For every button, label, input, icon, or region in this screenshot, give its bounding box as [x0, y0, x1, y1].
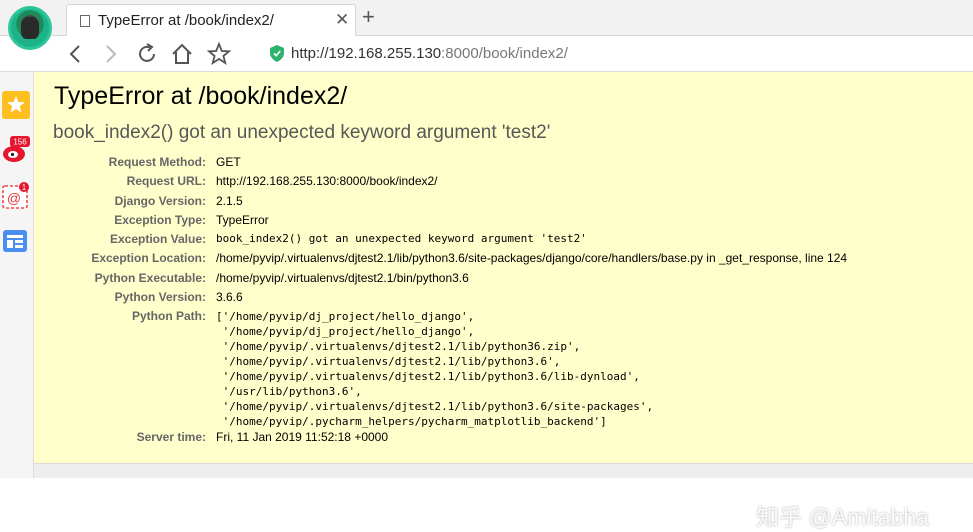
request-info-table: Request Method: GET Request URL: http://192…: [34, 155, 847, 449]
svg-text:@: @: [7, 190, 21, 206]
reader-icon[interactable]: [2, 228, 30, 256]
python-path-line: ['/home/pyvip/dj_project/hello_django',: [216, 310, 475, 324]
row-label: Request Method:: [108, 155, 206, 169]
python-path-line: '/home/pyvip/.pycharm_helpers/pycharm_ma…: [216, 415, 607, 429]
server-time-row: Server time: Fri, 11 Jan 2019 11:52:18 +…: [34, 429, 847, 448]
meta-row: Exception Value: book_index2() got an une…: [34, 232, 847, 251]
close-icon[interactable]: ✕: [335, 10, 349, 30]
horizontal-scrollbar[interactable]: [34, 464, 973, 478]
server-time-value: Fri, 11 Jan 2019 11:52:18 +0000: [216, 430, 389, 445]
tab-title: TypeError at /book/index2/: [98, 12, 274, 29]
watermark: 知乎 @Amitabha: [756, 504, 929, 530]
mail-badge: 1: [22, 183, 27, 192]
back-button[interactable]: [62, 40, 90, 68]
tab-bar: TypeError at /book/index2/ ✕ +: [0, 0, 973, 36]
row-label: Exception Location:: [91, 251, 206, 266]
python-path-line: '/usr/lib/python3.6',: [216, 385, 362, 399]
row-value: 2.1.5: [216, 193, 243, 208]
meta-row: Python Executable: /home/pyvip/.virtualen…: [34, 271, 847, 290]
row-value: /home/pyvip/.virtualenvs/djtest2.1/bin/p…: [216, 270, 469, 285]
avatar[interactable]: [8, 6, 52, 50]
chevron-left-icon: [69, 45, 80, 63]
python-path-line: '/home/pyvip/.virtualenvs/djtest2.1/lib/…: [216, 340, 581, 354]
row-label: Server time:: [136, 430, 206, 445]
python-path-row: Python Path: ['/home/pyvip/dj_project/he…: [34, 309, 847, 429]
meta-row: Python Version: 3.6.6: [34, 290, 847, 309]
browser-sidebar: 156 @ 1: [0, 72, 34, 478]
row-label: Python Version:: [114, 290, 206, 305]
address-bar[interactable]: http://192.168.255.130:8000/book/index2/: [291, 45, 568, 62]
weibo-icon[interactable]: 156: [2, 136, 30, 164]
row-label: Python Path:: [132, 309, 206, 324]
row-value: http://192.168.255.130:8000/book/index2/: [216, 174, 438, 189]
row-value: 3.6.6: [216, 290, 243, 305]
meta-row: Exception Type: TypeError: [34, 213, 847, 232]
browser-tab[interactable]: TypeError at /book/index2/ ✕: [66, 4, 356, 36]
python-path-line: '/home/pyvip/.virtualenvs/djtest2.1/lib/…: [216, 400, 654, 414]
page-title: TypeError at /book/index2/: [54, 82, 348, 110]
page-icon: [80, 15, 90, 27]
meta-row: Exception Location: /home/pyvip/.virtuale…: [34, 251, 847, 270]
chevron-right-icon: [106, 45, 117, 63]
python-path-value: ['/home/pyvip/dj_project/hello_django', …: [216, 309, 847, 429]
row-label: Exception Type:: [114, 212, 206, 227]
row-value: TypeError: [216, 212, 269, 227]
meta-row: Request URL: http://192.168.255.130:8000/…: [34, 174, 847, 193]
url-port: :8000: [441, 45, 479, 62]
row-label: Python Executable:: [94, 270, 206, 285]
python-path-line: '/home/pyvip/dj_project/hello_django',: [216, 325, 475, 339]
exception-summary: book_index2() got an unexpected keyword …: [53, 122, 551, 143]
new-tab-button[interactable]: +: [362, 6, 375, 28]
url-host: http://192.168.255.130: [291, 45, 442, 62]
row-label: Exception Value:: [109, 232, 206, 247]
shield-icon: [270, 45, 284, 62]
url-path: /book/index2/: [478, 45, 568, 62]
weibo-badge: 156: [13, 138, 27, 147]
reload-icon: [139, 43, 155, 62]
python-path-line: '/home/pyvip/.virtualenvs/djtest2.1/lib/…: [216, 370, 640, 384]
forward-button[interactable]: [96, 40, 124, 68]
bookmark-button[interactable]: [205, 40, 233, 68]
meta-row: Request Method: GET: [34, 155, 847, 174]
star-icon: [206, 41, 232, 66]
reload-button[interactable]: [133, 40, 161, 68]
row-label: Django Version:: [114, 193, 206, 208]
favorites-star-icon[interactable]: [2, 91, 30, 119]
row-value: GET: [216, 155, 241, 169]
django-error-page: TypeError at /book/index2/ book_index2()…: [34, 72, 973, 530]
home-icon: [172, 43, 192, 64]
python-path-line: '/home/pyvip/.virtualenvs/djtest2.1/lib/…: [216, 355, 561, 369]
home-button[interactable]: [168, 40, 196, 68]
meta-row: Django Version: 2.1.5: [34, 194, 847, 213]
row-label: Request URL:: [126, 174, 206, 189]
row-value: /home/pyvip/.virtualenvs/djtest2.1/lib/p…: [216, 251, 848, 266]
mail-icon[interactable]: @ 1: [2, 182, 30, 210]
row-value: book_index2() got an unexpected keyword …: [216, 232, 587, 246]
navigation-bar: http://192.168.255.130:8000/book/index2/: [0, 36, 973, 72]
